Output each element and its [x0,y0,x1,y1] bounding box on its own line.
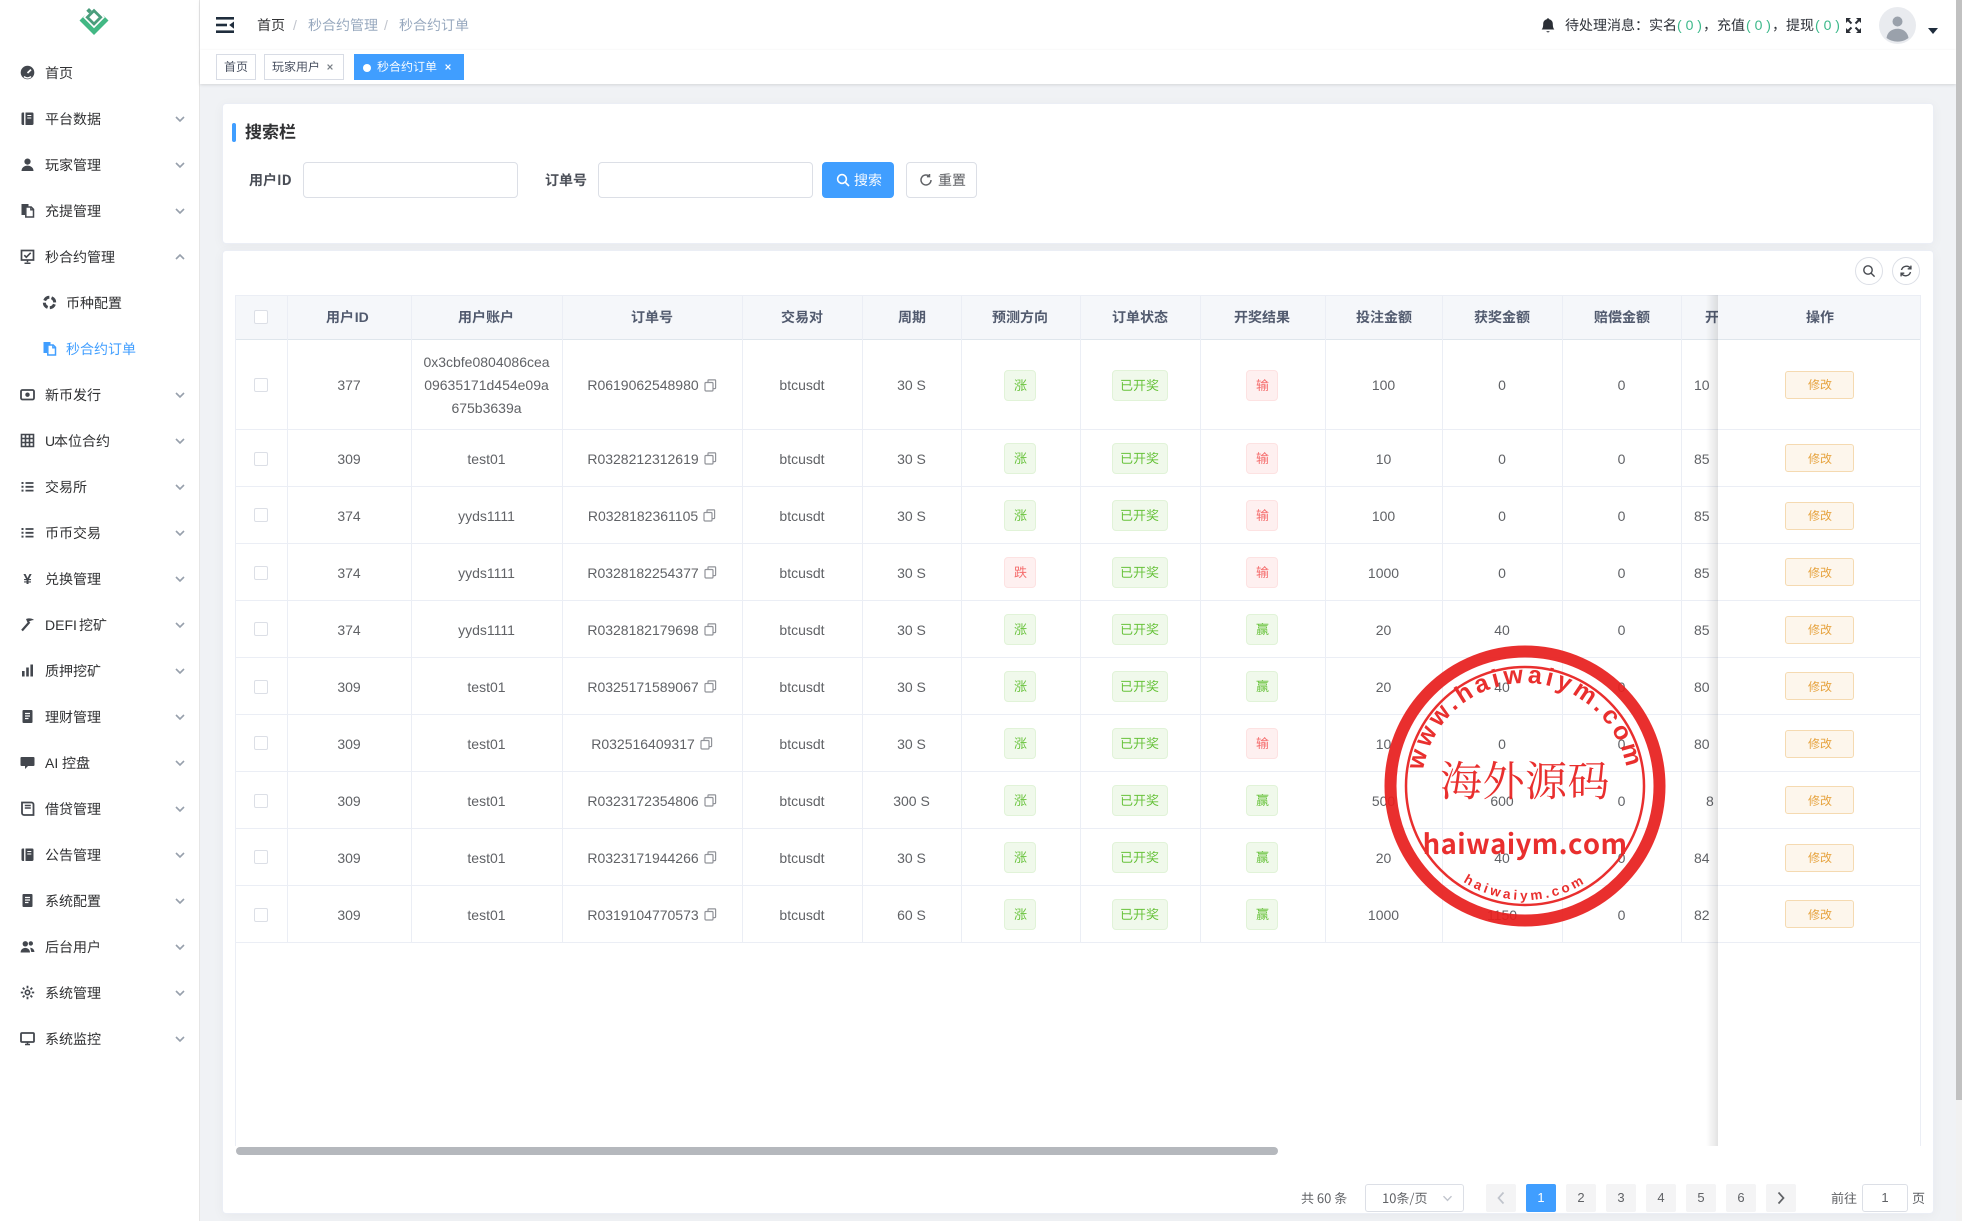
svg-text:¥: ¥ [23,571,32,586]
svg-text:haiwaiym.com: haiwaiym.com [1461,871,1588,903]
